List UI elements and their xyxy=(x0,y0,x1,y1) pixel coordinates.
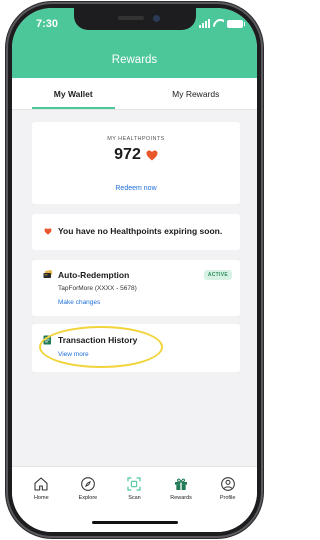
phone-frame: 7:30 Rewards My Wallet My Rewards MY HEA… xyxy=(6,2,263,538)
healthpoints-value: 972 xyxy=(114,146,141,163)
view-more-link[interactable]: View more xyxy=(58,351,89,358)
nav-label: Explore xyxy=(78,495,98,501)
healthpoints-row: 972 xyxy=(32,146,240,164)
auto-redemption-card-number: TapForMore (XXXX - 5678) xyxy=(58,285,137,292)
heart-icon xyxy=(146,150,158,160)
scan-icon xyxy=(127,477,142,491)
signal-icon xyxy=(199,19,210,28)
status-time: 7:30 xyxy=(36,18,59,30)
auto-redemption-title: Auto-Redemption xyxy=(58,270,130,280)
battery-icon xyxy=(227,19,245,28)
page-title: Rewards xyxy=(111,54,158,66)
status-icons xyxy=(199,19,245,28)
book-icon xyxy=(43,335,51,345)
bottom-nav: Home Explore Scan Rewards Profile xyxy=(12,466,257,532)
camera xyxy=(152,15,160,22)
compass-icon xyxy=(81,477,95,491)
expiry-message: You have no Healthpoints expiring soon. xyxy=(58,226,223,236)
healthpoints-card: MY HEALTHPOINTS 972 Redeem now xyxy=(32,122,240,204)
tab-my-wallet[interactable]: My Wallet xyxy=(12,78,135,109)
app-screen: 7:30 Rewards My Wallet My Rewards MY HEA… xyxy=(12,8,257,532)
tab-my-rewards[interactable]: My Rewards xyxy=(135,78,258,109)
nav-label: Profile xyxy=(219,495,236,501)
profile-icon xyxy=(220,477,235,491)
auto-redemption-card: Auto-Redemption ACTIVE TapForMore (XXXX … xyxy=(32,260,240,316)
wallet-tabs: My Wallet My Rewards xyxy=(12,78,257,110)
status-badge: ACTIVE xyxy=(203,270,232,280)
nav-item-home[interactable]: Home xyxy=(18,467,65,532)
healthpoints-label: MY HEALTHPOINTS xyxy=(107,136,165,142)
home-icon xyxy=(34,477,48,491)
speaker xyxy=(117,16,144,20)
notch xyxy=(73,8,196,30)
nav-label: Scan xyxy=(128,495,141,501)
redeem-now-link[interactable]: Redeem now xyxy=(32,185,240,192)
nav-item-profile[interactable]: Profile xyxy=(204,467,251,532)
card-stack-icon xyxy=(43,270,53,278)
make-changes-link[interactable]: Make changes xyxy=(58,299,100,306)
gift-icon xyxy=(175,478,188,490)
nav-label: Rewards xyxy=(170,495,192,501)
transaction-history-title: Transaction History xyxy=(58,335,138,345)
heart-icon xyxy=(44,228,52,235)
transaction-history-card: Transaction History View more xyxy=(32,324,240,372)
wifi-icon xyxy=(213,19,224,28)
nav-label: Home xyxy=(33,495,49,501)
home-indicator xyxy=(91,521,178,524)
expiry-card: You have no Healthpoints expiring soon. xyxy=(32,214,240,250)
